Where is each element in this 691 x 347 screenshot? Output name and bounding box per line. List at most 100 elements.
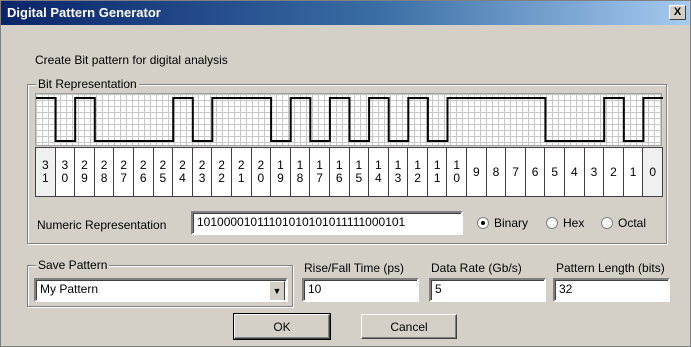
radio-selected-dot [481,221,485,225]
bit-cell[interactable]: 9 [466,147,487,197]
save-pattern-legend: Save Pattern [36,258,110,272]
bit-index-bottom: 1 [237,171,245,185]
bit-index-bottom: 0 [61,171,69,185]
bit-cell[interactable]: 20 [250,147,272,197]
close-button[interactable]: X [669,5,686,20]
bit-cell[interactable]: 30 [54,147,76,197]
radio-hex[interactable]: Hex [546,216,584,230]
bit-cell[interactable]: 3 [583,147,605,197]
bit-cell[interactable]: 28 [93,147,115,197]
bit-index-label: 21 [238,159,245,185]
radio-binary-circle[interactable] [477,217,489,229]
description-text: Create Bit pattern for digital analysis [35,53,228,67]
ok-button[interactable]: OK [233,313,331,340]
bit-cell[interactable]: 25 [152,147,174,197]
bit-index-label: 18 [297,159,304,185]
bit-cell[interactable]: 0 [642,147,663,197]
radio-octal[interactable]: Octal [601,216,646,230]
bit-index-bottom: 7 [120,171,128,185]
bit-index-label: 7 [512,164,519,179]
bit-cell[interactable]: 17 [309,147,330,197]
bit-index-label: 27 [120,159,127,185]
bit-cell[interactable]: 6 [524,147,546,197]
digital-pattern-generator-dialog: Digital Pattern Generator X Create Bit p… [0,0,691,347]
bit-index-top: 2 [610,164,617,179]
bit-cell[interactable]: 21 [230,147,252,197]
bit-cell[interactable]: 14 [368,147,389,197]
radio-octal-circle[interactable] [601,217,613,229]
bit-index-label: 25 [160,159,167,185]
bit-cell[interactable]: 22 [211,147,232,197]
bit-index-bottom: 4 [375,171,382,185]
bit-index-label: 17 [316,159,323,185]
radio-octal-label: Octal [618,216,647,230]
dropdown-arrow-icon[interactable]: ▼ [269,281,285,300]
bit-index-label: 0 [649,165,656,179]
numeric-representation-field[interactable]: 10100001011101010101011111000101 [191,211,463,235]
bit-index-label: 30 [62,159,69,185]
bit-index-top: 3 [590,164,598,179]
bit-cell[interactable]: 18 [289,147,311,197]
bit-cell[interactable]: 4 [564,147,585,197]
rise-fall-input[interactable]: 10 [302,278,419,302]
bit-cell[interactable]: 1 [622,147,644,197]
bit-index-bottom: 3 [394,171,402,185]
bit-cell[interactable]: 24 [172,147,193,197]
bit-cell[interactable]: 23 [191,147,213,197]
bit-cell[interactable]: 11 [426,147,448,197]
bit-index-top: 1 [629,164,637,179]
bit-index-label: 12 [414,159,421,185]
waveform-display[interactable] [35,93,663,146]
save-pattern-dropdown[interactable]: My Pattern ▼ [34,278,288,302]
bit-representation-legend: Bit Representation [36,77,139,91]
bit-index-label: 28 [101,159,108,185]
bit-cell[interactable]: 26 [132,147,154,197]
bit-cell[interactable]: 7 [505,147,526,197]
bit-index-label: 14 [375,159,382,185]
bit-index-label: 15 [355,159,362,185]
title-bar[interactable]: Digital Pattern Generator X [1,1,690,25]
bit-index-bottom: 4 [179,171,186,185]
bit-index-bottom: 2 [414,171,421,185]
bit-cell[interactable]: 16 [328,147,350,197]
bit-index-top: 6 [531,164,539,179]
radio-binary[interactable]: Binary [477,216,528,230]
radio-hex-circle[interactable] [546,217,558,229]
bit-index-label: 22 [218,159,225,185]
bit-cell[interactable]: 5 [544,147,566,197]
bit-index-label: 6 [531,164,539,179]
bit-cell[interactable]: 31 [35,147,56,197]
bit-cell[interactable]: 19 [270,147,291,197]
bit-index-bottom: 8 [100,171,108,185]
bit-index-label: 16 [336,159,343,185]
bit-index-label: 26 [140,159,147,185]
window-title: Digital Pattern Generator [7,5,161,20]
data-rate-input[interactable]: 5 [429,278,546,302]
bit-index-bottom: 9 [81,171,88,185]
bit-index-label: 19 [277,159,284,185]
bit-cell[interactable]: 27 [113,147,134,197]
bit-cell[interactable]: 8 [485,147,507,197]
bit-index-bottom: 0 [453,171,461,185]
numeric-representation-label: Numeric Representation [37,218,167,232]
bit-index-label: 1 [629,164,637,179]
bit-cell[interactable]: 15 [348,147,370,197]
bit-cell[interactable]: 29 [74,147,95,197]
bit-index-label: 8 [493,165,500,179]
bit-cell[interactable]: 13 [387,147,409,197]
bit-cell[interactable]: 12 [407,147,428,197]
bit-index-top: 4 [570,164,578,179]
cancel-button[interactable]: Cancel [361,314,457,339]
radio-hex-label: Hex [563,216,585,230]
bit-index-top: 7 [512,164,519,179]
bit-index-top: 9 [473,164,480,179]
bit-index-bottom: 5 [355,171,363,185]
bit-cell[interactable]: 2 [603,147,624,197]
bit-index-label: 11 [434,159,441,185]
bit-cell[interactable]: 10 [446,147,468,197]
bit-index-label: 4 [570,164,578,179]
save-pattern-value: My Pattern [40,282,99,296]
bit-index-bottom: 6 [139,171,147,185]
bit-index-label: 9 [473,164,480,179]
pattern-length-input[interactable]: 32 [553,278,670,302]
